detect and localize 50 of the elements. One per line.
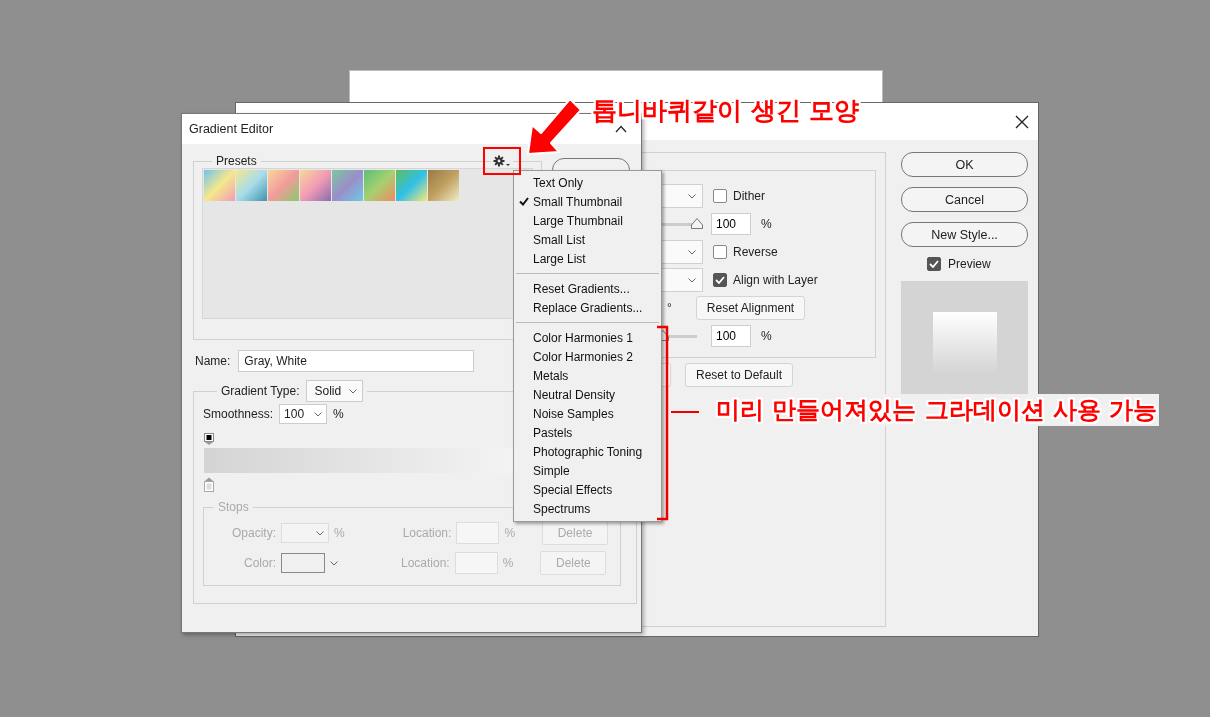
dialog-button[interactable]: New Style... xyxy=(901,222,1028,247)
menu-item[interactable]: Pastels xyxy=(514,423,661,442)
menu-item[interactable]: Photographic Toning xyxy=(514,442,661,461)
unit-label: % xyxy=(334,526,345,540)
menu-item[interactable]: Color Harmonies 1 xyxy=(514,328,661,347)
dropdown[interactable]: 100 xyxy=(279,404,328,424)
menu-item[interactable]: Noise Samples xyxy=(514,404,661,423)
menu-item[interactable]: Replace Gradients... xyxy=(514,298,661,317)
checkbox-label: Dither xyxy=(733,189,765,203)
menu-item[interactable]: Reset Gradients... xyxy=(514,279,661,298)
degree-label: ° xyxy=(667,301,672,315)
annotation-text: 톱니바퀴같이 생긴 모양 xyxy=(592,95,860,127)
name-field[interactable]: Gray, White xyxy=(238,350,475,372)
menu-item[interactable]: Special Effects xyxy=(514,480,661,499)
window-title: Gradient Editor xyxy=(189,122,274,136)
unit-label: % xyxy=(761,329,772,343)
unit-label: % xyxy=(761,217,772,231)
field-label: Name: xyxy=(195,354,231,368)
field-label: Gradient Type: xyxy=(221,384,300,398)
checkbox-label: Preview xyxy=(948,257,991,271)
dropdown[interactable]: Solid xyxy=(305,380,363,402)
reset-to-default-button[interactable]: Reset to Default xyxy=(685,363,794,387)
annotation-text: 미리 만들어져있는 그라데이션 사용 가능 xyxy=(714,394,1160,426)
field-label: Location: xyxy=(401,556,450,570)
unit-label: % xyxy=(502,556,514,570)
field-label: Opacity: xyxy=(231,526,276,540)
menu-item[interactable]: Spectrums xyxy=(514,499,661,518)
menu-item[interactable]: Small Thumbnail xyxy=(514,192,661,211)
checkbox-label: Reverse xyxy=(733,245,778,259)
field-label: Smoothness: xyxy=(203,407,274,421)
menu-item[interactable]: Text Only xyxy=(514,173,661,192)
group-label: Presets xyxy=(215,154,258,168)
menu-item[interactable]: Color Harmonies 2 xyxy=(514,347,661,366)
checkbox-label: Align with Layer xyxy=(733,273,818,287)
menu-item[interactable]: Small List xyxy=(514,230,661,249)
group-label: Stops xyxy=(217,500,250,514)
unit-label: % xyxy=(333,407,344,421)
menu-item[interactable]: Simple xyxy=(514,461,661,480)
menu-item[interactable]: Neutral Density xyxy=(514,385,661,404)
dialog-button[interactable]: OK xyxy=(901,152,1028,177)
field-label: Location: xyxy=(402,526,452,540)
menu-item[interactable]: Large List xyxy=(514,249,661,268)
reset-alignment-button[interactable]: Reset Alignment xyxy=(695,296,806,320)
menu-item[interactable]: Large Thumbnail xyxy=(514,211,661,230)
menu-item[interactable]: Metals xyxy=(514,366,661,385)
number-field[interactable]: 100 xyxy=(711,325,751,347)
number-field[interactable]: 100 xyxy=(711,213,751,235)
unit-label: % xyxy=(504,526,516,540)
dialog-button[interactable]: Cancel xyxy=(901,187,1028,212)
field-label: Color: xyxy=(243,556,276,570)
